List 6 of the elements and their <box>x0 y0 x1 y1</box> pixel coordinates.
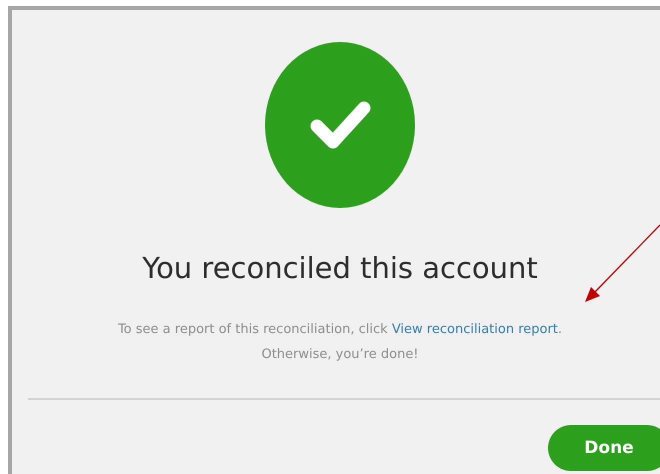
checkmark-icon <box>265 42 415 208</box>
dialog-title: You reconciled this account <box>142 250 538 286</box>
report-link[interactable]: View reconciliation report <box>392 322 558 337</box>
message-text: To see a report of this reconciliation, click View reconciliation report. <box>118 321 562 339</box>
done-button[interactable]: Done <box>548 425 660 471</box>
message-text: Otherwise, you’re done! <box>261 346 419 364</box>
